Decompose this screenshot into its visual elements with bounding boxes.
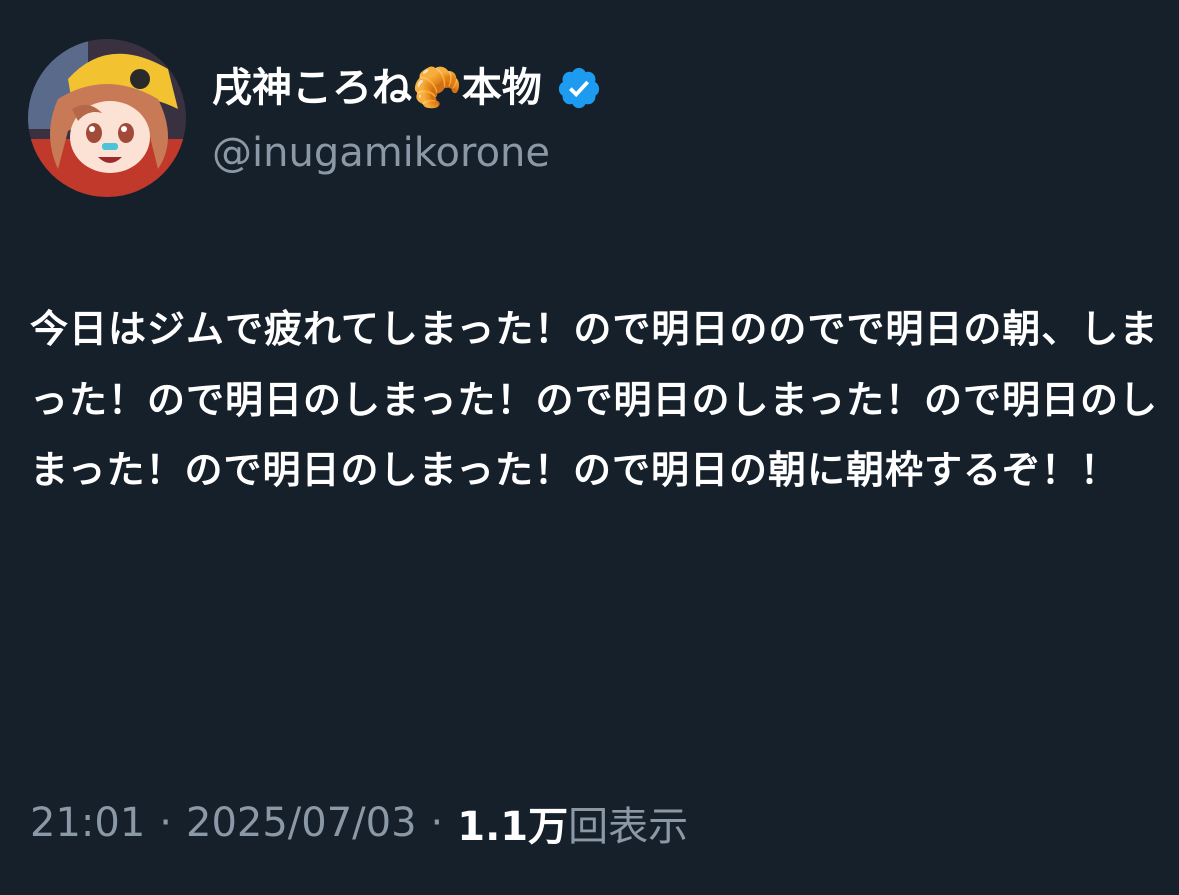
- tweet-text: 今日はジムで疲れてしまった！ので明日ののでで明日の朝、しまった！ので明日のしまっ…: [30, 307, 1159, 493]
- name-row[interactable]: 戌神ころね🥐本物: [212, 53, 602, 123]
- avatar-image: [28, 39, 186, 197]
- croissant-emoji: 🥐: [412, 65, 462, 111]
- views-count[interactable]: 1.1万: [457, 794, 568, 852]
- display-name[interactable]: 戌神ころね🥐本物: [212, 53, 542, 123]
- user-handle[interactable]: @inugamikorone: [212, 123, 602, 183]
- verified-badge-icon[interactable]: [556, 65, 602, 111]
- avatar[interactable]: [28, 39, 186, 197]
- tweet-header: 戌神ころね🥐本物 @inugamikorone: [28, 38, 602, 198]
- display-name-text: 戌神ころね: [212, 65, 412, 111]
- tweet-time[interactable]: 21:01: [30, 800, 145, 846]
- views-label[interactable]: 回表示: [568, 794, 688, 852]
- display-name-suffix: 本物: [461, 65, 542, 111]
- tweet: 戌神ころね🥐本物 @inugamikorone 今日はジムで疲れてしまった！ので…: [0, 0, 1179, 895]
- author-names: 戌神ころね🥐本物 @inugamikorone: [212, 53, 602, 183]
- meta-separator: ·: [159, 800, 172, 846]
- meta-separator: ·: [430, 800, 444, 846]
- tweet-meta: 21:01 · 2025/07/03 · 1.1万 回表示: [30, 788, 688, 858]
- tweet-date[interactable]: 2025/07/03: [186, 800, 417, 846]
